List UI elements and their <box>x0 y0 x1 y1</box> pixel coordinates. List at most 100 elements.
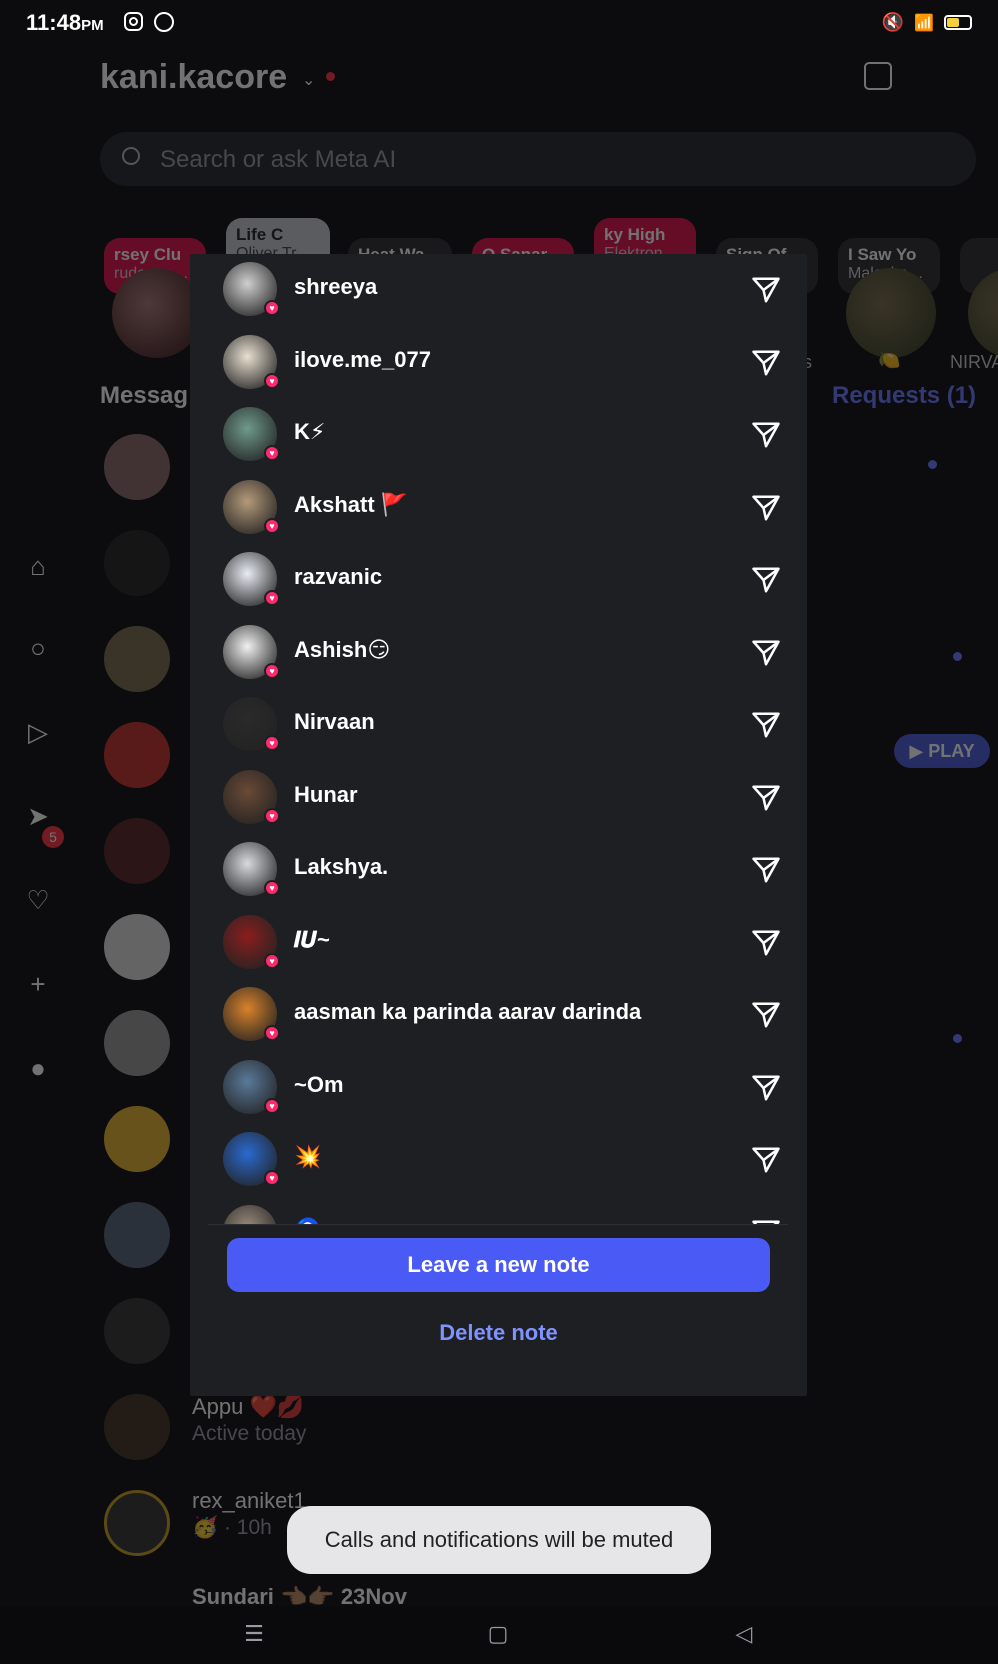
avatar[interactable] <box>104 722 170 788</box>
story-label: 🍋 <box>878 350 901 370</box>
avatar[interactable] <box>104 1490 170 1556</box>
heart-icon: ♥ <box>264 880 280 896</box>
send-icon[interactable] <box>751 565 781 595</box>
notification-dot <box>326 72 335 81</box>
conversation-status: Active today <box>192 1422 307 1445</box>
send-icon[interactable] <box>751 1145 781 1175</box>
heart-icon: ♥ <box>264 735 280 751</box>
plus-icon[interactable]: + <box>22 968 54 1000</box>
send-icon[interactable] <box>751 493 781 523</box>
account-username[interactable]: kani.kacore <box>100 58 287 97</box>
send-icon[interactable] <box>751 420 781 450</box>
avatar[interactable] <box>104 434 170 500</box>
unread-badge: 5 <box>42 826 64 848</box>
instagram-icon <box>124 12 143 31</box>
recipient-row[interactable]: ♥ 𝑰𝑼~ <box>190 907 807 979</box>
recipient-name: Nirvaan <box>294 709 375 734</box>
requests-link[interactable]: Requests (1) <box>832 382 976 410</box>
recipient-row[interactable]: ♥ K⚡ <box>190 399 807 471</box>
avatar[interactable] <box>104 818 170 884</box>
send-icon[interactable] <box>751 855 781 885</box>
conversation-name: Appu ❤️💋 <box>192 1394 305 1419</box>
recipient-row[interactable]: ♥ shreeya <box>190 254 807 326</box>
search-bar[interactable]: Search or ask Meta AI <box>100 132 976 186</box>
heart-icon: ♥ <box>264 300 280 316</box>
heart-icon: ♥ <box>264 517 280 534</box>
avatar[interactable] <box>104 1202 170 1268</box>
recipient-name: 💥 <box>294 1144 322 1169</box>
avatar[interactable] <box>846 268 936 358</box>
status-icons: 🔇 📶 <box>882 12 972 33</box>
recipient-row[interactable]: ♥ Nirvaan <box>190 689 807 761</box>
recipient-row[interactable]: ♥ aasman ka parinda aarav darinda <box>190 979 807 1051</box>
compose-icon[interactable] <box>864 62 892 90</box>
recipient-name: 🧿 <box>294 1217 321 1225</box>
search-icon <box>122 147 140 165</box>
search-input[interactable]: Search or ask Meta AI <box>160 146 396 174</box>
note-title: ky High <box>604 225 666 244</box>
system-navigation-bar: ☰ ▢ ◁ <box>0 1606 998 1664</box>
send-icon[interactable] <box>751 275 781 305</box>
recipient-row[interactable]: ♥ razvanic <box>190 544 807 616</box>
unread-dot <box>953 1034 962 1043</box>
avatar <box>223 1204 277 1224</box>
menu-icon[interactable]: ☰ <box>242 1622 266 1646</box>
status-bar: 11:48PM 🔇 📶 <box>0 0 998 46</box>
avatar[interactable] <box>104 1106 170 1172</box>
heart-icon: ♥ <box>264 807 280 824</box>
recipient-row[interactable]: ♥ Hunar <box>190 762 807 834</box>
home-icon[interactable]: ⌂ <box>22 550 54 582</box>
recipient-name: aasman ka parinda aarav darinda <box>294 999 642 1024</box>
recipient-name: razvanic <box>294 564 383 589</box>
conversation-status: 🥳 · 10h <box>192 1516 272 1539</box>
messages-header: Messag <box>100 382 189 409</box>
heart-icon: ♥ <box>264 952 280 969</box>
note-title: I Saw Yo <box>848 245 917 264</box>
recipient-row[interactable]: ♥ ilove.me_077 <box>190 327 807 399</box>
avatar[interactable] <box>104 1298 170 1364</box>
avatar[interactable] <box>104 530 170 596</box>
send-icon[interactable] <box>751 710 781 740</box>
avatar[interactable] <box>112 268 202 358</box>
unread-dot <box>953 652 962 661</box>
reels-icon[interactable]: ▷ <box>22 716 54 748</box>
send-icon[interactable] <box>751 1000 781 1030</box>
heart-icon: ♥ <box>264 590 280 606</box>
delete-note-button[interactable]: Delete note <box>190 1320 807 1346</box>
heart-icon[interactable]: ♡ <box>22 884 54 916</box>
recipient-list[interactable]: ♥ shreeya ♥ ilove.me_077 ♥ K⚡ ♥ Akshatt 🚩 ♥ razva… <box>190 254 807 1224</box>
avatar[interactable] <box>104 626 170 692</box>
leave-new-note-button[interactable]: Leave a new note <box>227 1238 770 1292</box>
recipient-name: Lakshya. <box>294 854 389 879</box>
wifi-icon: 📶 <box>914 14 934 32</box>
recipient-row[interactable]: ♥ 💥 <box>190 1124 807 1196</box>
search-icon[interactable]: ○ <box>22 632 54 664</box>
heart-icon: ♥ <box>264 372 280 389</box>
recipient-name: ilove.me_077 <box>294 346 431 372</box>
recipient-row[interactable]: ♥ Lakshya. <box>190 834 807 906</box>
profile-avatar[interactable]: ● <box>22 1052 54 1084</box>
note-title: rsey Clu <box>114 245 182 264</box>
heart-icon: ♥ <box>264 662 280 679</box>
play-button[interactable]: ▶ PLAY <box>894 734 990 768</box>
recipient-row[interactable]: ♥ Ashish😏 <box>190 617 807 689</box>
send-icon[interactable] <box>751 783 781 813</box>
home-button-icon[interactable]: ▢ <box>486 1622 510 1646</box>
avatar[interactable] <box>104 1010 170 1076</box>
recipient-row[interactable]: ♥ ~Om <box>190 1052 807 1124</box>
send-icon[interactable] <box>751 348 781 378</box>
recipient-row[interactable]: ♥🧿 <box>190 1197 807 1225</box>
send-icon[interactable] <box>751 928 781 958</box>
whatsapp-icon <box>154 12 174 32</box>
heart-icon: ♥ <box>264 1025 280 1041</box>
send-icon[interactable] <box>751 638 781 668</box>
recipient-row[interactable]: ♥ Akshatt 🚩 <box>190 472 807 544</box>
recipient-name: K⚡ <box>294 419 326 444</box>
back-icon[interactable]: ◁ <box>732 1622 756 1646</box>
recipient-name: Akshatt 🚩 <box>294 491 409 517</box>
chevron-down-icon[interactable]: ⌄ <box>302 70 315 90</box>
avatar[interactable] <box>104 1394 170 1460</box>
send-icon[interactable] <box>751 1073 781 1103</box>
recipient-name: 𝑰𝑼~ <box>294 926 330 952</box>
avatar[interactable] <box>104 914 170 980</box>
